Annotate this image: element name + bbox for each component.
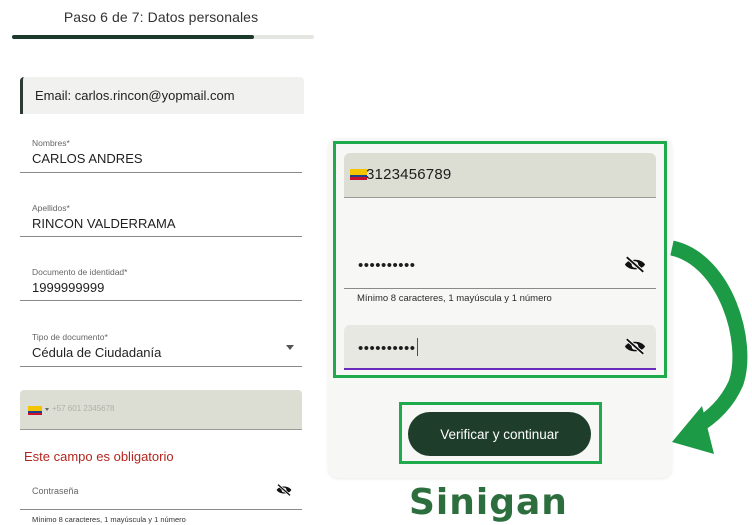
phone-input[interactable]: +57 601 2345678 (20, 390, 302, 430)
id-document-value: 1999999999 (32, 280, 105, 295)
document-type-underline (20, 366, 302, 367)
registration-screen: Paso 6 de 7: Datos personales Email: car… (0, 0, 322, 525)
last-name-value: RINCON VALDERRAMA (32, 216, 176, 231)
id-document-underline (20, 300, 302, 301)
progress-bar (12, 35, 314, 39)
first-name-value: CARLOS ANDRES (32, 151, 143, 166)
last-name-label: Apellidos* (32, 203, 70, 213)
password-field[interactable]: Contraseña (20, 478, 302, 510)
document-type-select[interactable]: Tipo de documento* Cédula de Ciudadanía (20, 326, 302, 368)
document-type-label: Tipo de documento* (32, 332, 108, 342)
verify-continue-button[interactable]: Verificar y continuar (408, 412, 591, 456)
eye-off-icon[interactable] (276, 484, 292, 496)
chevron-down-icon (45, 408, 49, 411)
form-highlight-box (333, 141, 667, 378)
document-type-value: Cédula de Ciudadanía (32, 345, 162, 360)
first-name-field[interactable]: Nombres* CARLOS ANDRES (20, 131, 302, 173)
first-name-underline (20, 172, 302, 173)
id-document-field[interactable]: Documento de identidad* 1999999999 (20, 261, 302, 303)
curved-arrow-icon (669, 240, 748, 454)
colombia-flag-icon (28, 406, 42, 415)
first-name-label: Nombres* (32, 138, 70, 148)
last-name-underline (20, 236, 302, 237)
password-hint: Mínimo 8 caracteres, 1 mayúscula y 1 núm… (32, 515, 186, 524)
password-underline (20, 509, 302, 510)
password-label: Contraseña (32, 486, 79, 496)
chevron-down-icon (286, 345, 294, 350)
sinigan-logo: Sinigan (409, 482, 568, 523)
last-name-field[interactable]: Apellidos* RINCON VALDERRAMA (20, 196, 302, 238)
id-document-label: Documento de identidad* (32, 267, 128, 277)
progress-fill (12, 35, 254, 39)
step-title: Paso 6 de 7: Datos personales (63, 9, 259, 25)
email-display: Email: carlos.rincon@yopmail.com (20, 77, 304, 114)
email-text: Email: carlos.rincon@yopmail.com (35, 88, 235, 103)
phone-placeholder: +57 601 2345678 (52, 404, 115, 413)
phone-error-message: Este campo es obligatorio (24, 449, 174, 464)
